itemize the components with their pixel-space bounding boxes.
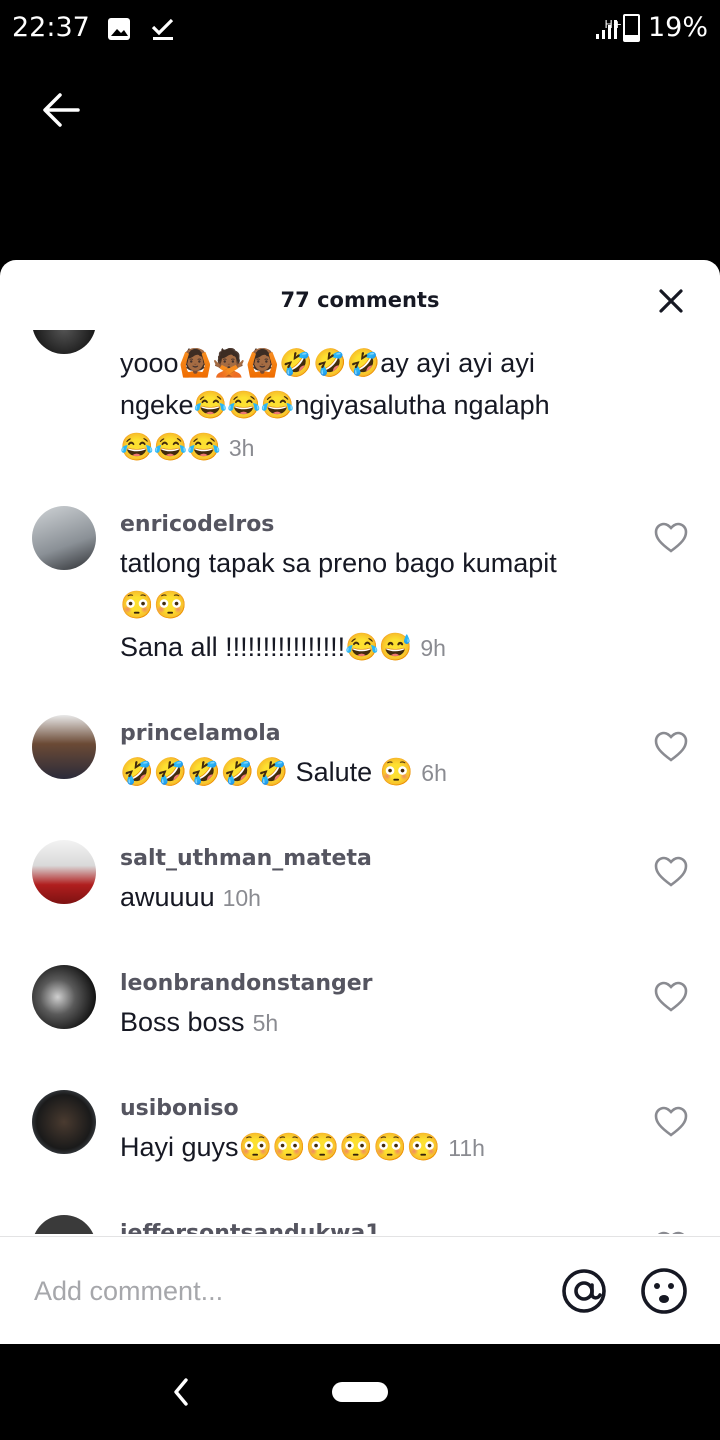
- avatar[interactable]: [32, 1090, 96, 1154]
- battery-fill: [624, 34, 638, 40]
- check-icon: [151, 18, 174, 40]
- heart-icon[interactable]: [654, 981, 688, 1013]
- image-icon: [108, 18, 130, 40]
- nav-back-icon[interactable]: [168, 1376, 194, 1408]
- comment-text-line: 😂😂😂: [120, 432, 221, 462]
- avatar[interactable]: [32, 965, 96, 1029]
- comment-text-line: 🤣🤣🤣🤣🤣 Salute 😳: [120, 757, 414, 787]
- heart-icon[interactable]: [654, 1231, 688, 1234]
- close-icon[interactable]: [658, 288, 684, 314]
- comment-text: yooo🙆🏾🙅🏾🙆🏾🤣🤣🤣ay ayi ayi ayi ngeke😂😂😂ngiy…: [120, 342, 620, 469]
- comment-text-line: ngeke😂😂😂ngiyasalutha ngalaph: [120, 390, 550, 420]
- heart-icon[interactable]: [654, 731, 688, 763]
- comment-text: tatlong tapak sa preno bago kumapit 😳😳 S…: [120, 542, 620, 669]
- comment-text: awuuuu 10h: [120, 876, 620, 919]
- comment-text-line: Sana all !!!!!!!!!!!!!!!!😂😅: [120, 632, 413, 662]
- avatar[interactable]: [32, 840, 96, 904]
- signal-icon: [596, 20, 617, 39]
- comment-time: 11h: [448, 1135, 485, 1161]
- heart-icon[interactable]: [654, 856, 688, 888]
- heart-icon[interactable]: [654, 1106, 688, 1138]
- avatar[interactable]: [32, 1215, 96, 1234]
- home-pill-button[interactable]: [332, 1382, 388, 1402]
- status-time: 22:37: [12, 12, 90, 43]
- comment-text: Boss boss 5h: [120, 1001, 620, 1044]
- battery-percent: 19%: [647, 12, 708, 43]
- comment-time: 5h: [252, 1010, 279, 1036]
- heart-icon[interactable]: [654, 522, 688, 554]
- comments-list[interactable]: yooo🙆🏾🙅🏾🙆🏾🤣🤣🤣ay ayi ayi ayi ngeke😂😂😂ngiy…: [0, 330, 720, 1234]
- comment-text-line: Hayi guys😳😳😳😳😳😳: [120, 1132, 441, 1162]
- comment-time: 3h: [228, 435, 255, 461]
- comment-time: 9h: [420, 635, 446, 661]
- comment-text-line: yooo🙆🏾🙅🏾🙆🏾🤣🤣🤣ay ayi ayi ayi: [120, 348, 535, 378]
- battery-indicator: 19%: [622, 12, 708, 43]
- mention-at-icon[interactable]: [558, 1265, 610, 1317]
- status-bar: 22:37 H+ 19%: [0, 0, 720, 60]
- comment-text-line: awuuuu: [120, 882, 215, 912]
- avatar[interactable]: [32, 330, 96, 354]
- avatar[interactable]: [32, 506, 96, 570]
- back-arrow-icon[interactable]: [40, 88, 84, 132]
- comment-text-line: 😳😳: [120, 590, 188, 620]
- comment-username[interactable]: salt_uthman_mateta: [120, 846, 372, 871]
- comment-text: 🤣🤣🤣🤣🤣 Salute 😳 6h: [120, 751, 620, 794]
- add-comment-input[interactable]: [32, 1267, 516, 1315]
- comments-count-title: 77 comments: [280, 288, 440, 312]
- comment-username[interactable]: usiboniso: [120, 1096, 239, 1121]
- comment-time: 6h: [421, 760, 447, 786]
- emoji-picker-icon[interactable]: [638, 1265, 690, 1317]
- comment-time: 10h: [222, 885, 261, 911]
- comment-username[interactable]: jeffersontsandukwa1: [120, 1221, 381, 1234]
- comment-text-line: Boss boss: [120, 1007, 245, 1037]
- avatar[interactable]: [32, 715, 96, 779]
- comments-sheet: 77 comments yooo🙆🏾🙅🏾🙆🏾🤣🤣🤣ay ayi ayi ayi …: [0, 260, 720, 1344]
- battery-icon: [622, 13, 640, 42]
- comment-username[interactable]: leonbrandonstanger: [120, 971, 373, 996]
- comment-text: Hayi guys😳😳😳😳😳😳 11h: [120, 1126, 620, 1169]
- comment-username[interactable]: enricodelros: [120, 512, 274, 537]
- comment-username[interactable]: princelamola: [120, 721, 281, 746]
- comment-text-line: tatlong tapak sa preno bago kumapit: [120, 548, 557, 578]
- comment-composer: [0, 1236, 720, 1344]
